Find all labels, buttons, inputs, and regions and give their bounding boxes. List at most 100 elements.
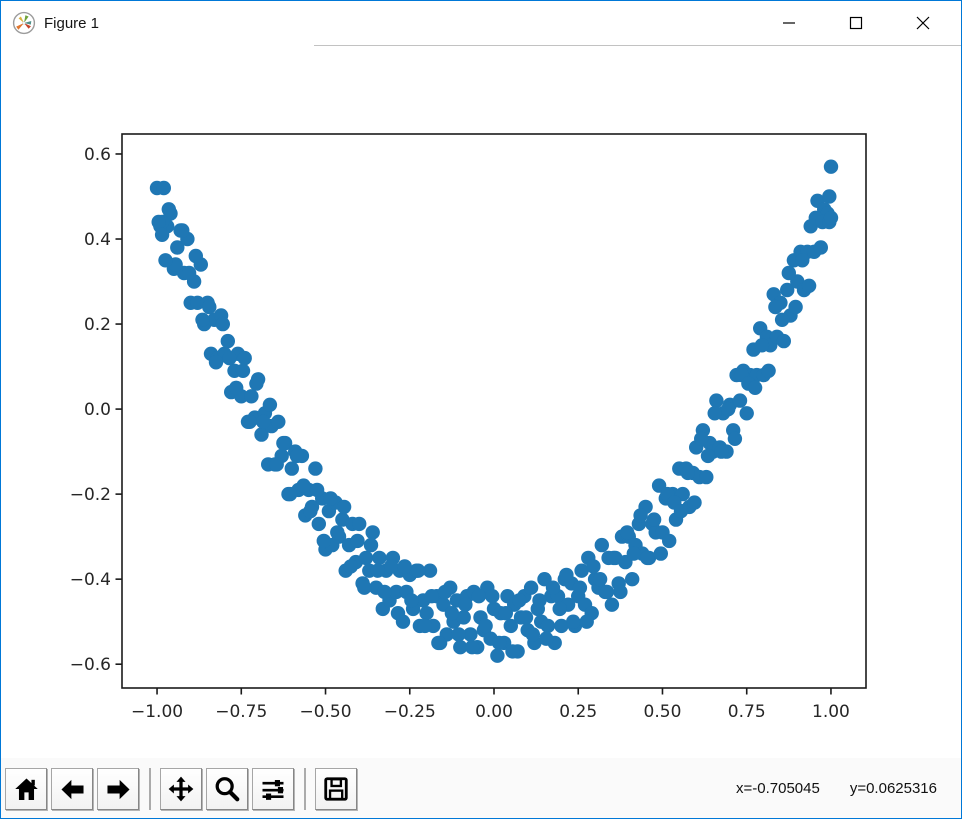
scatter-point — [365, 525, 380, 540]
scatter-point — [271, 414, 286, 429]
scatter-point — [208, 355, 224, 370]
scatter-point — [464, 640, 480, 655]
scatter-plot[interactable]: −1.00 −0.75 −0.50 −0.25 0.00 0.25 0.50 0.75 1.00… — [1, 46, 961, 758]
pan-button[interactable] — [160, 768, 202, 810]
minimize-button[interactable] — [766, 1, 812, 45]
scatter-point — [471, 589, 486, 604]
scatter-point — [229, 380, 244, 395]
scatter-point — [532, 593, 547, 608]
scatter-point — [572, 580, 588, 595]
close-icon — [916, 16, 930, 30]
toolbar-separator — [304, 768, 306, 810]
scatter-point — [552, 601, 567, 617]
scatter-point — [256, 414, 271, 429]
scatter-point — [451, 627, 466, 642]
maximize-icon — [849, 16, 863, 30]
x-tick-label: 0.75 — [728, 702, 766, 722]
scatter-point — [390, 606, 406, 621]
scatter-point — [699, 469, 714, 485]
y-tick-label: 0.0 — [84, 400, 111, 420]
scatter-point — [485, 589, 500, 604]
scatter-point — [424, 589, 439, 604]
back-button[interactable] — [51, 768, 93, 810]
scatter-point — [727, 431, 743, 446]
scatter-point — [151, 214, 166, 230]
scatter-points — [149, 159, 839, 663]
scatter-point — [220, 333, 235, 349]
scatter-point — [754, 338, 770, 353]
scatter-point — [195, 312, 210, 327]
scatter-point — [823, 210, 839, 225]
scatter-point — [284, 461, 299, 476]
scatter-point — [707, 406, 722, 421]
title-bar[interactable]: Figure 1 — [1, 1, 961, 45]
x-tick-label: 0.00 — [475, 702, 513, 722]
status-x-coordinate: x=-0.705045 — [736, 779, 820, 797]
scatter-point — [215, 316, 230, 332]
scatter-point — [181, 265, 197, 281]
scatter-point — [586, 559, 601, 574]
y-tick-label: −0.6 — [70, 655, 111, 675]
scatter-point — [523, 580, 539, 595]
scatter-point — [512, 593, 527, 608]
scatter-point — [417, 618, 433, 634]
home-button[interactable] — [5, 768, 47, 810]
scatter-point — [599, 584, 615, 600]
scatter-point — [525, 627, 540, 642]
scatter-point — [316, 533, 331, 549]
scatter-point — [498, 606, 513, 621]
save-button[interactable] — [315, 768, 357, 810]
scatter-point — [350, 533, 365, 549]
scatter-point — [161, 202, 176, 217]
scatter-point — [694, 431, 709, 446]
scatter-point — [458, 597, 473, 612]
scatter-point — [308, 461, 323, 476]
scatter-point — [336, 499, 352, 515]
scatter-point — [437, 584, 453, 600]
scatter-point — [244, 389, 259, 404]
scatter-point — [566, 614, 581, 629]
scatter-point — [156, 180, 171, 196]
scatter-point — [626, 546, 641, 561]
close-button[interactable] — [900, 1, 946, 45]
scatter-point — [540, 618, 556, 634]
scatter-point — [269, 457, 284, 472]
zoom-rect-button[interactable] — [206, 768, 248, 810]
matplotlib-logo-icon[interactable] — [12, 11, 36, 35]
window-title: Figure 1 — [44, 14, 100, 32]
scatter-point — [235, 363, 251, 378]
figure-canvas[interactable]: −1.00 −0.75 −0.50 −0.25 0.00 0.25 0.50 0.75 1.00… — [1, 46, 961, 758]
x-tick-label: 0.50 — [644, 702, 682, 722]
y-tick-label: 0.2 — [84, 315, 111, 335]
y-tick-label: 0.6 — [84, 145, 111, 165]
scatter-point — [721, 401, 736, 417]
configure-subplots-button[interactable] — [252, 768, 294, 810]
scatter-point — [823, 159, 839, 174]
scatter-point — [653, 546, 668, 561]
scatter-point — [242, 414, 257, 429]
toolbar-separator — [149, 768, 151, 810]
scatter-point — [404, 593, 419, 608]
x-tick-label: −0.75 — [215, 702, 267, 722]
scatter-point — [444, 606, 460, 621]
forward-button[interactable] — [97, 768, 139, 810]
scatter-point — [352, 516, 367, 532]
scatter-point — [363, 537, 379, 553]
scatter-point — [175, 223, 190, 238]
scatter-point — [309, 482, 325, 498]
scatter-point — [776, 333, 791, 349]
scatter-point — [606, 550, 621, 566]
scatter-point — [813, 240, 828, 255]
status-y-coordinate: y=0.0625316 — [849, 779, 937, 797]
maximize-button[interactable] — [833, 1, 879, 45]
scatter-point — [594, 537, 609, 553]
scatter-point — [559, 567, 574, 583]
scatter-point — [370, 563, 385, 578]
scatter-point — [732, 393, 748, 408]
scatter-point — [579, 614, 594, 629]
scatter-point — [303, 503, 318, 519]
x-tick-label: −1.00 — [131, 702, 183, 722]
floppy-save-icon — [324, 777, 348, 801]
scatter-point — [357, 580, 372, 595]
scatter-point — [714, 444, 729, 459]
